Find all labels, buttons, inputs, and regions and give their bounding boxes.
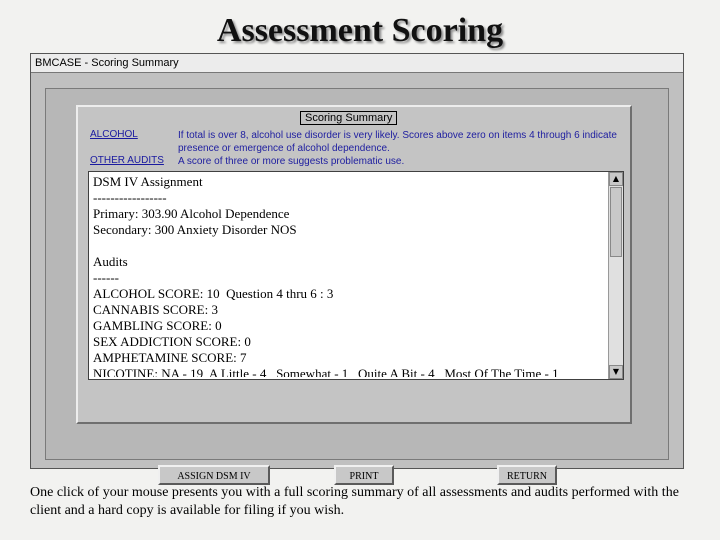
scroll-up-icon[interactable]: ▲ bbox=[609, 172, 623, 186]
scroll-down-icon[interactable]: ▼ bbox=[609, 365, 623, 379]
vertical-scrollbar[interactable]: ▲ ▼ bbox=[608, 172, 623, 379]
other-audits-link[interactable]: OTHER AUDITS bbox=[90, 155, 180, 166]
summary-line: GAMBLING SCORE: 0 bbox=[93, 318, 222, 333]
summary-line: ----------------- bbox=[93, 190, 167, 205]
alcohol-audit-description: If total is over 8, alcohol use disorder… bbox=[178, 130, 617, 154]
window-panel: Scoring Summary ALCOHOL If total is over… bbox=[45, 88, 669, 485]
window-title: BMCASE - Scoring Summary bbox=[31, 54, 683, 73]
summary-line: Primary: 303.90 Alcohol Dependence bbox=[93, 206, 290, 221]
assign-dsm-button[interactable]: ASSIGN DSM IV bbox=[158, 465, 270, 485]
slide-title: Assessment Scoring bbox=[216, 12, 504, 49]
summary-line: ------ bbox=[93, 270, 119, 285]
summary-line: Secondary: 300 Anxiety Disorder NOS bbox=[93, 222, 297, 237]
scoring-summary-group: Scoring Summary ALCOHOL If total is over… bbox=[76, 105, 632, 424]
summary-line: ALCOHOL SCORE: 10 Question 4 thru 6 : 3 bbox=[93, 286, 334, 301]
summary-line: Audits bbox=[93, 254, 128, 269]
scoring-summary-window: BMCASE - Scoring Summary Scoring Summary… bbox=[30, 53, 684, 485]
print-button[interactable]: PRINT bbox=[334, 465, 394, 485]
summary-line: CANNABIS SCORE: 3 bbox=[93, 302, 218, 317]
summary-line: NICOTINE: NA - 19 A Little - 4 Somewhat … bbox=[93, 366, 559, 377]
summary-line bbox=[93, 238, 603, 254]
return-button[interactable]: RETURN bbox=[497, 465, 557, 485]
alcohol-audit-link[interactable]: ALCOHOL bbox=[90, 129, 180, 140]
other-audits-description: A score of three or more suggests proble… bbox=[178, 156, 405, 167]
slide-caption: One click of your mouse presents you wit… bbox=[30, 485, 679, 518]
summary-text-area[interactable]: DSM IV Assignment ----------------- Primar… bbox=[88, 171, 624, 380]
scrollbar-thumb[interactable] bbox=[610, 187, 622, 257]
summary-line: SEX ADDICTION SCORE: 0 bbox=[93, 334, 251, 349]
group-label: Scoring Summary bbox=[300, 111, 398, 125]
summary-line: DSM IV Assignment bbox=[93, 174, 203, 189]
summary-line: AMPHETAMINE SCORE: 7 bbox=[93, 350, 247, 365]
summary-lines: DSM IV Assignment ----------------- Primar… bbox=[93, 174, 603, 377]
